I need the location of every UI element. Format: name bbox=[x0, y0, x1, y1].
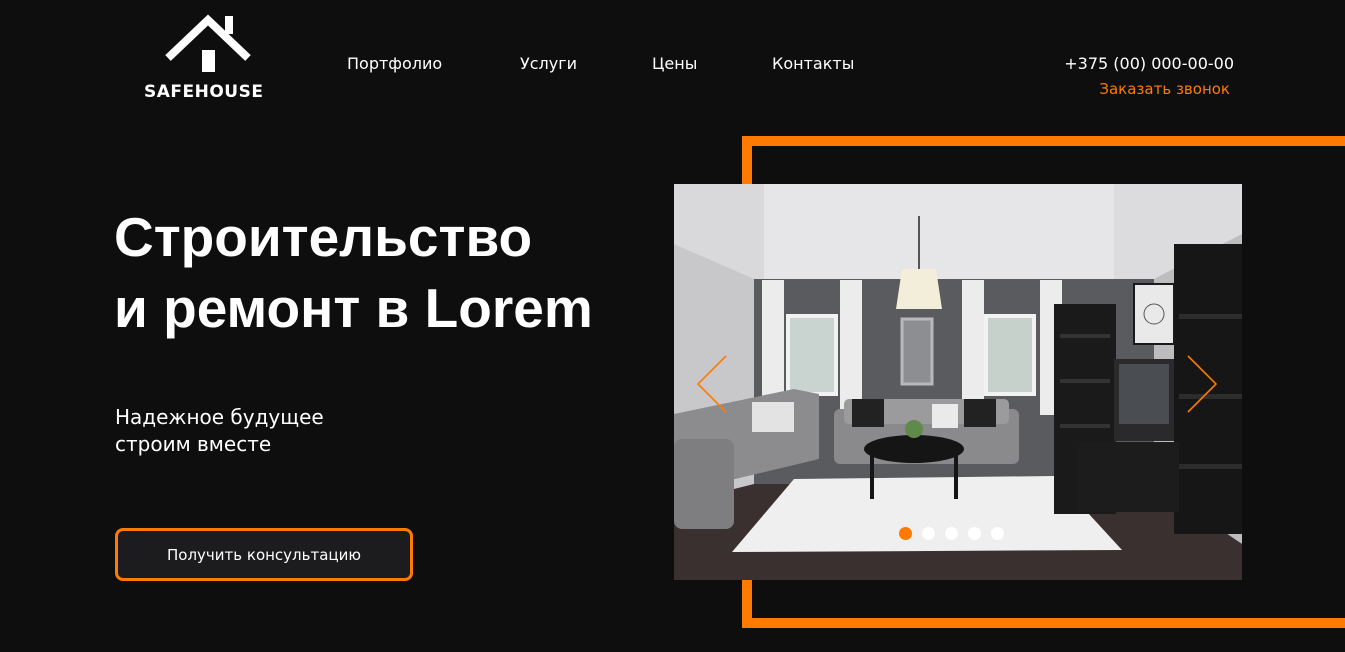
chevron-left-icon[interactable] bbox=[694, 354, 730, 414]
nav-item-portfolio[interactable]: Портфолио bbox=[347, 54, 442, 73]
phone-number[interactable]: +375 (00) 000-00-00 bbox=[1064, 54, 1234, 73]
chevron-right-icon[interactable] bbox=[1184, 354, 1220, 414]
hero-subtitle-line2: строим вместе bbox=[115, 432, 272, 456]
logo[interactable]: SAFEHOUSE bbox=[140, 12, 276, 104]
brand-name: SAFEHOUSE bbox=[144, 82, 264, 102]
slider-dot-5[interactable] bbox=[991, 527, 1004, 540]
nav-item-contacts[interactable]: Контакты bbox=[772, 54, 854, 73]
nav-item-services[interactable]: Услуги bbox=[520, 54, 577, 73]
living-room-interior-photo bbox=[674, 184, 1242, 580]
house-roof-icon bbox=[165, 14, 251, 72]
callback-link[interactable]: Заказать звонок bbox=[1099, 80, 1230, 98]
slider-dot-1[interactable] bbox=[899, 527, 912, 540]
hero-subtitle-line1: Надежное будущее bbox=[115, 405, 324, 429]
hero-title-line1: Строительство bbox=[114, 206, 533, 268]
image-slider[interactable] bbox=[674, 184, 1242, 580]
hero-subtitle: Надежное будущее строим вместе bbox=[115, 404, 324, 458]
nav-item-prices[interactable]: Цены bbox=[652, 54, 697, 73]
consultation-button[interactable]: Получить консультацию bbox=[115, 528, 413, 581]
slider-dot-4[interactable] bbox=[968, 527, 981, 540]
slider-dot-2[interactable] bbox=[922, 527, 935, 540]
hero-title: Строительство и ремонт в Lorem bbox=[114, 202, 593, 344]
slider-dot-3[interactable] bbox=[945, 527, 958, 540]
hero-title-line2: и ремонт в Lorem bbox=[114, 277, 593, 339]
